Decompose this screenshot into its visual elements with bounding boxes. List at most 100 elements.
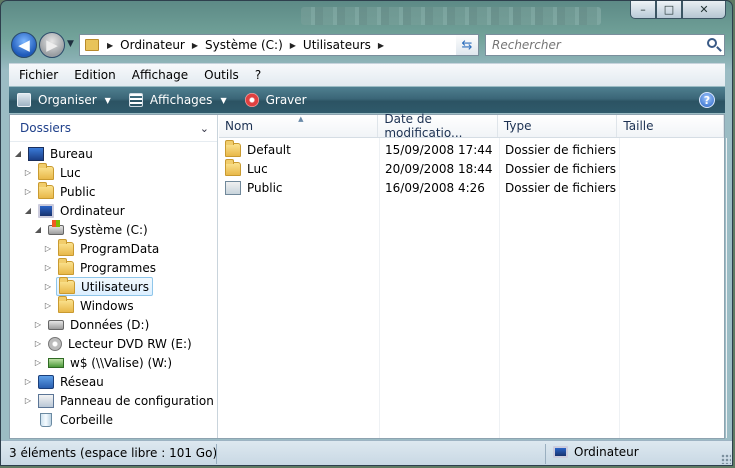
refresh-icon: ⇆ xyxy=(461,37,473,53)
expand-icon[interactable]: ▷ xyxy=(44,263,52,272)
tree-item-windows[interactable]: ▷ Windows xyxy=(45,295,134,315)
status-location-label: Ordinateur xyxy=(574,445,639,459)
search-input[interactable] xyxy=(492,38,692,52)
refresh-button[interactable]: ⇆ xyxy=(456,34,479,56)
folders-pane-title: Dossiers xyxy=(20,121,71,135)
expand-icon[interactable]: ▷ xyxy=(24,396,32,405)
expand-icon[interactable]: ▷ xyxy=(44,282,52,291)
folders-pane-header[interactable]: Dossiers ⌄ xyxy=(10,115,217,142)
organiser-button[interactable]: Organiser ▼ xyxy=(9,87,121,113)
back-button[interactable]: ◀ xyxy=(11,32,37,58)
help-button[interactable]: ? xyxy=(699,92,715,108)
column-label: Date de modificatio... xyxy=(384,112,463,140)
search-icon[interactable] xyxy=(707,38,717,48)
burn-disc-icon xyxy=(244,93,259,107)
tree-label: Lecteur DVD RW (E:) xyxy=(68,336,192,351)
table-row[interactable]: Public 16/09/2008 4:26 Dossier de fichie… xyxy=(219,178,726,197)
tree-item-bureau[interactable]: ◢ Bureau xyxy=(15,144,93,163)
graver-button[interactable]: Graver xyxy=(237,87,317,113)
column-header-name[interactable]: ▲ Nom xyxy=(219,115,379,137)
address-chevron-icon[interactable]: ▶ xyxy=(378,41,384,50)
command-bar: Organiser ▼ Affichages ▼ Graver ? xyxy=(9,87,725,113)
menu-outils[interactable]: Outils xyxy=(196,68,247,82)
collapse-icon[interactable]: ◢ xyxy=(34,225,42,234)
type-cell: Dossier de fichiers xyxy=(505,161,617,176)
expand-icon[interactable]: ▷ xyxy=(34,358,42,367)
address-chevron-icon[interactable]: ▶ xyxy=(290,41,296,50)
minimize-button[interactable]: – xyxy=(630,1,656,19)
column-label: Type xyxy=(503,119,532,133)
menu-affichage[interactable]: Affichage xyxy=(124,68,196,82)
affichages-button[interactable]: Affichages ▼ xyxy=(121,87,237,113)
date-cell: 16/09/2008 4:26 xyxy=(385,180,485,195)
table-row[interactable]: Luc 20/09/2008 18:44 Dossier de fichiers xyxy=(219,159,726,178)
address-segment-systeme[interactable]: Système (C:) xyxy=(202,35,286,55)
tree-label: ProgramData xyxy=(80,241,160,256)
address-chevron-icon[interactable]: ▶ xyxy=(107,41,113,50)
recent-pages-dropdown[interactable]: ▼ xyxy=(67,39,74,49)
forward-button[interactable]: ▶ xyxy=(39,32,65,58)
size-cell xyxy=(619,178,726,197)
tree-item-programmes[interactable]: ▷ Programmes xyxy=(45,257,156,277)
address-segment-ordinateur[interactable]: Ordinateur xyxy=(117,35,188,55)
menu-fichier[interactable]: Fichier xyxy=(11,68,66,82)
folder-icon xyxy=(58,295,74,313)
tree-label: Programmes xyxy=(80,260,156,275)
tree-item-luc[interactable]: ▷ Luc xyxy=(25,162,81,182)
tree-item-dvd-e[interactable]: ▷ Lecteur DVD RW (E:) xyxy=(35,334,192,353)
address-segment-utilisateurs[interactable]: Utilisateurs xyxy=(300,35,374,55)
tree-label: Windows xyxy=(80,298,134,313)
menu-edition[interactable]: Edition xyxy=(66,68,124,82)
folders-pane: Dossiers ⌄ ◢ Bureau ▷ Luc ▷ Public ◢ Ord… xyxy=(10,115,218,438)
type-cell: Dossier de fichiers xyxy=(505,142,617,157)
expand-icon[interactable]: ▷ xyxy=(44,244,52,253)
tree-item-programdata[interactable]: ▷ ProgramData xyxy=(45,238,160,258)
search-box[interactable] xyxy=(485,34,725,56)
expand-icon[interactable]: ▷ xyxy=(24,168,32,177)
system-drive-icon xyxy=(48,219,64,235)
date-cell: 20/09/2008 18:44 xyxy=(385,161,493,176)
tree-item-donnees-d[interactable]: ▷ Données (D:) xyxy=(35,315,150,334)
tree-item-utilisateurs[interactable]: ▷ Utilisateurs xyxy=(45,276,153,296)
tree-item-public[interactable]: ▷ Public xyxy=(25,181,96,201)
expand-icon[interactable]: ▷ xyxy=(24,377,32,386)
maximize-button[interactable]: □ xyxy=(656,1,682,19)
column-divider xyxy=(726,138,727,438)
tree-item-ordinateur[interactable]: ◢ Ordinateur xyxy=(25,201,125,220)
address-bar[interactable]: ▶ Ordinateur ▶ Système (C:) ▶ Utilisateu… xyxy=(79,34,479,56)
close-button[interactable]: ✕ xyxy=(682,1,726,19)
file-name: Default xyxy=(247,142,291,157)
tree-label: Données (D:) xyxy=(70,317,150,332)
size-cell xyxy=(619,140,726,159)
menu-help[interactable]: ? xyxy=(247,68,269,82)
network-drive-icon xyxy=(48,357,64,368)
tree-item-reseau[interactable]: ▷ Réseau xyxy=(25,372,104,391)
expand-icon[interactable]: ▷ xyxy=(34,320,42,329)
chevron-down-icon: ▼ xyxy=(104,95,111,105)
status-divider xyxy=(216,444,217,464)
control-panel-icon xyxy=(38,393,54,408)
column-headers: ▲ Nom Date de modificatio... Type Taille xyxy=(219,112,724,140)
collapse-icon[interactable]: ◢ xyxy=(14,149,22,158)
name-cell: Luc xyxy=(219,159,379,178)
sort-ascending-icon: ▲ xyxy=(298,115,304,123)
tree-item-systeme-c[interactable]: ◢ Système (C:) xyxy=(35,219,148,239)
tree-item-network-drive-w[interactable]: ▷ w$ (\\Valise) (W:) xyxy=(35,353,172,372)
address-chevron-icon[interactable]: ▶ xyxy=(192,41,198,50)
column-header-date[interactable]: Date de modificatio... xyxy=(378,112,498,140)
column-header-size[interactable]: Taille xyxy=(617,115,724,137)
expand-icon[interactable]: ▷ xyxy=(44,301,52,310)
tree-label: Système (C:) xyxy=(70,222,148,237)
collapse-icon[interactable]: ◢ xyxy=(24,206,32,215)
resize-grip[interactable] xyxy=(721,454,731,464)
table-row[interactable]: Default 15/09/2008 17:44 Dossier de fich… xyxy=(219,140,726,159)
chevron-down-icon[interactable]: ⌄ xyxy=(200,122,209,135)
tree-item-panneau-configuration[interactable]: ▷ Panneau de configuration xyxy=(25,391,214,410)
dvd-drive-icon xyxy=(48,336,62,351)
tree-item-corbeille[interactable]: Corbeille xyxy=(30,410,113,429)
expand-icon[interactable]: ▷ xyxy=(24,187,32,196)
tree-label: Corbeille xyxy=(60,412,114,427)
expand-icon[interactable]: ▷ xyxy=(34,339,42,348)
column-header-type[interactable]: Type xyxy=(498,115,618,137)
tree-label: Public xyxy=(60,184,96,199)
